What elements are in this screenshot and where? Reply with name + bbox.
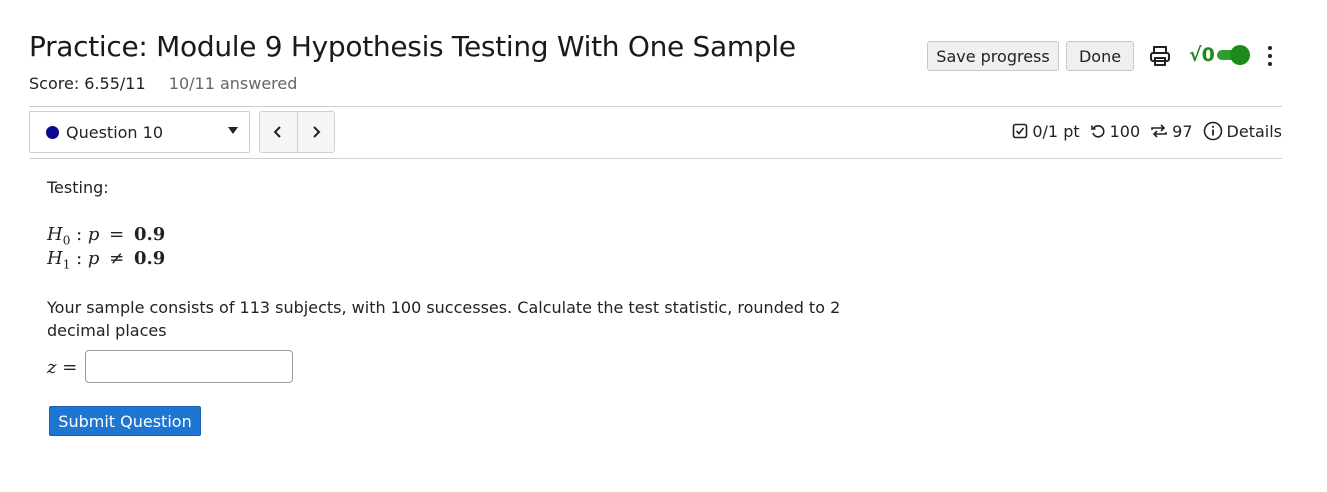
- retries-text: 100: [1109, 121, 1141, 141]
- details-label: Details: [1226, 121, 1282, 141]
- details-link[interactable]: Details: [1203, 121, 1282, 141]
- z-answer-input[interactable]: [85, 350, 293, 383]
- points-text: 0/1 pt: [1032, 121, 1080, 141]
- save-progress-button[interactable]: Save progress: [927, 41, 1059, 71]
- next-question-button[interactable]: [296, 112, 335, 152]
- question-select[interactable]: Question 10: [29, 111, 250, 153]
- previous-question-button[interactable]: [260, 112, 297, 152]
- question-prompt-line2: decimal places: [47, 321, 167, 340]
- kebab-menu-icon[interactable]: [1262, 44, 1278, 68]
- page-title: Practice: Module 9 Hypothesis Testing Wi…: [29, 30, 796, 63]
- sqrt-icon: √0: [1189, 44, 1215, 66]
- chevron-left-icon: [273, 126, 281, 138]
- question-intro: Testing:: [47, 178, 109, 197]
- question-status-dot: [46, 125, 59, 139]
- question-nav: [259, 111, 335, 153]
- math-input-toggle[interactable]: √0: [1189, 44, 1250, 66]
- divider-top: [29, 106, 1282, 107]
- retry-icon: [1090, 125, 1105, 138]
- alternative-hypothesis: H1 : p ≠ 0.9: [47, 248, 166, 272]
- score-line: Score: 6.55/11 10/11 answered: [29, 74, 297, 93]
- done-button[interactable]: Done: [1066, 41, 1134, 71]
- chevron-right-icon: [313, 126, 321, 138]
- z-label: z =: [47, 357, 78, 378]
- attempts-text: 97: [1172, 121, 1193, 141]
- answered-count: 10/11 answered: [168, 74, 298, 93]
- repeat-icon: [1151, 124, 1167, 138]
- info-icon: [1203, 121, 1222, 141]
- question-select-label: Question 10: [66, 122, 164, 142]
- score-text: Score: 6.55/11: [29, 74, 146, 93]
- divider-bottom: [29, 158, 1282, 159]
- submit-question-button[interactable]: Submit Question: [49, 406, 201, 436]
- checkbox-icon: [1013, 123, 1028, 139]
- toggle-switch[interactable]: [1216, 45, 1250, 65]
- attempts-info: 97: [1150, 121, 1193, 141]
- caret-down-icon: [228, 127, 238, 134]
- points-info: 0/1 pt: [1012, 121, 1080, 141]
- print-icon[interactable]: [1148, 44, 1172, 68]
- null-hypothesis: H0 : p = 0.9: [47, 224, 166, 248]
- question-prompt-line1: Your sample consists of 113 subjects, wi…: [47, 298, 841, 317]
- retries-info: 100: [1090, 121, 1141, 141]
- question-meta: 0/1 pt 100 97 Details: [1002, 121, 1282, 141]
